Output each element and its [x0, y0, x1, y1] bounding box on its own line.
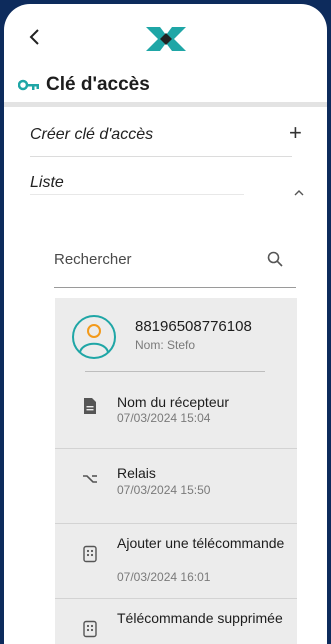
event-title: Relais: [117, 465, 156, 481]
phone-screen: Clé d'accès Créer clé d'accès + Liste Re…: [4, 4, 327, 644]
event-title: Ajouter une télécommande: [117, 535, 285, 551]
list-item[interactable]: Relais 07/03/2024 15:50: [55, 448, 297, 524]
search-icon[interactable]: [266, 250, 284, 268]
page-title: Clé d'accès: [18, 74, 150, 96]
chevron-left-icon[interactable]: [24, 26, 46, 48]
page-title-text: Clé d'accès: [46, 74, 150, 95]
document-icon: [84, 398, 96, 414]
key-id: 88196508776108: [135, 318, 252, 335]
list-item[interactable]: Nom du récepteur 07/03/2024 15:04: [55, 380, 297, 449]
relay-icon: [83, 475, 97, 483]
chevron-up-icon[interactable]: [292, 188, 306, 198]
key-card[interactable]: 88196508776108 Nom: Stefo Nom du récepte…: [55, 298, 297, 644]
event-title: Nom du récepteur: [117, 394, 230, 410]
divider: [30, 156, 292, 157]
key-name: Nom: Stefo: [135, 338, 196, 352]
search-input[interactable]: Rechercher: [54, 251, 132, 268]
create-key-item[interactable]: Créer clé d'accès: [30, 126, 153, 144]
list-item-header[interactable]: Liste: [30, 174, 64, 192]
key-icon: [18, 79, 39, 91]
event-date: 07/03/2024 15:04: [117, 411, 211, 425]
add-key-button[interactable]: +: [289, 122, 302, 144]
avatar-icon: [72, 315, 116, 359]
divider: [85, 371, 265, 372]
event-date: 07/03/2024 15:50: [117, 483, 211, 497]
event-date: 07/03/2024 16:01: [117, 570, 211, 584]
remote-icon: [83, 545, 97, 563]
event-title: Télécommande supprimée: [117, 610, 283, 626]
top-bar: [4, 4, 327, 68]
title-divider: [4, 102, 327, 107]
remote-icon: [83, 620, 97, 638]
divider: [30, 194, 244, 195]
list-item[interactable]: Télécommande supprimée: [55, 598, 297, 644]
search-underline: [54, 287, 296, 288]
app-logo: [146, 27, 186, 51]
list-item[interactable]: Ajouter une télécommande 07/03/2024 16:0…: [55, 523, 297, 599]
